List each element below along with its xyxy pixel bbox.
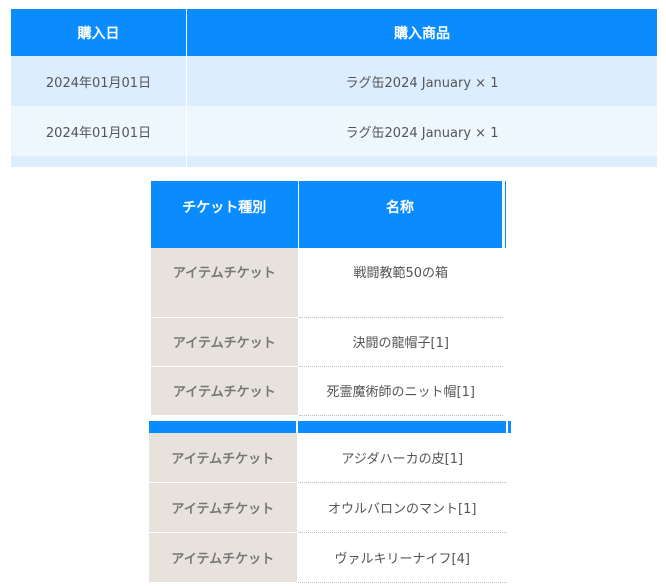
purchase-item-cell-empty	[186, 156, 657, 167]
table-row: アイテムチケット アジダハーカの皮[1]	[149, 433, 511, 483]
ticket-kind-cell: アイテムチケット	[149, 433, 298, 483]
ticket-table-continued: アイテムチケット アジダハーカの皮[1] アイテムチケット オウルバロンのマント…	[149, 421, 511, 583]
page: 購入日 購入商品 2024年01月01日 ラグ缶2024 January × 1…	[0, 0, 666, 587]
ticket-name-cell: アジダハーカの皮[1]	[297, 433, 507, 483]
row-edge	[503, 317, 506, 366]
table-row: 2024年01月01日 ラグ缶2024 January × 1	[11, 56, 657, 106]
purchase-date-cell: 2024年01月01日	[11, 56, 187, 106]
ticket-name-cell: オウルバロンのマント[1]	[297, 482, 507, 533]
row-edge	[503, 366, 506, 415]
ticket-name-header-empty	[297, 421, 508, 433]
ticket-header-row: チケット種別 名称	[151, 181, 506, 248]
purchase-item-cell: ラグ缶2024 January × 1	[186, 106, 657, 156]
table-row-partial	[11, 156, 657, 167]
ticket-table: チケット種別 名称 アイテムチケット 戦闘教範50の箱 アイテムチケット 決闘の…	[151, 181, 506, 416]
purchase-date-cell: 2024年01月01日	[11, 106, 187, 156]
purchase-date-header: 購入日	[11, 9, 187, 56]
purchase-header-row: 購入日 購入商品	[11, 9, 657, 56]
purchase-date-cell-empty	[11, 156, 187, 167]
row-edge	[507, 482, 511, 533]
purchase-item-header: 購入商品	[186, 9, 657, 56]
table-row: アイテムチケット 戦闘教範50の箱	[151, 248, 506, 318]
row-edge	[507, 433, 511, 483]
purchase-history-table: 購入日 購入商品 2024年01月01日 ラグ缶2024 January × 1…	[11, 9, 657, 167]
row-edge	[503, 248, 506, 317]
ticket-kind-cell: アイテムチケット	[151, 317, 299, 367]
ticket-kind-cell: アイテムチケット	[149, 482, 298, 533]
ticket-kind-cell: アイテムチケット	[151, 366, 299, 416]
ticket-name-cell: 決闘の龍帽子[1]	[298, 317, 503, 367]
ticket-kind-cell: アイテムチケット	[149, 532, 298, 583]
ticket-kind-cell: アイテムチケット	[151, 248, 299, 318]
ticket-kind-header: チケット種別	[151, 181, 299, 248]
table-row: アイテムチケット オウルバロンのマント[1]	[149, 482, 511, 533]
header-edge	[507, 421, 511, 433]
table-row: アイテムチケット 決闘の龍帽子[1]	[151, 317, 506, 367]
table-row: 2024年01月01日 ラグ缶2024 January × 1	[11, 106, 657, 156]
ticket-name-header: 名称	[298, 181, 505, 248]
header-edge	[503, 181, 506, 248]
purchase-item-cell: ラグ缶2024 January × 1	[186, 56, 657, 106]
table-row: アイテムチケット ヴァルキリーナイフ[4]	[149, 532, 511, 583]
ticket-name-cell: 戦闘教範50の箱	[298, 248, 503, 318]
ticket-kind-header-empty	[149, 421, 298, 433]
ticket-name-cell: 死霊魔術師のニット帽[1]	[298, 366, 503, 416]
row-edge	[507, 532, 511, 583]
table-row: アイテムチケット 死霊魔術師のニット帽[1]	[151, 366, 506, 416]
ticket-header-row-thin	[149, 421, 511, 433]
ticket-name-cell: ヴァルキリーナイフ[4]	[297, 532, 507, 583]
